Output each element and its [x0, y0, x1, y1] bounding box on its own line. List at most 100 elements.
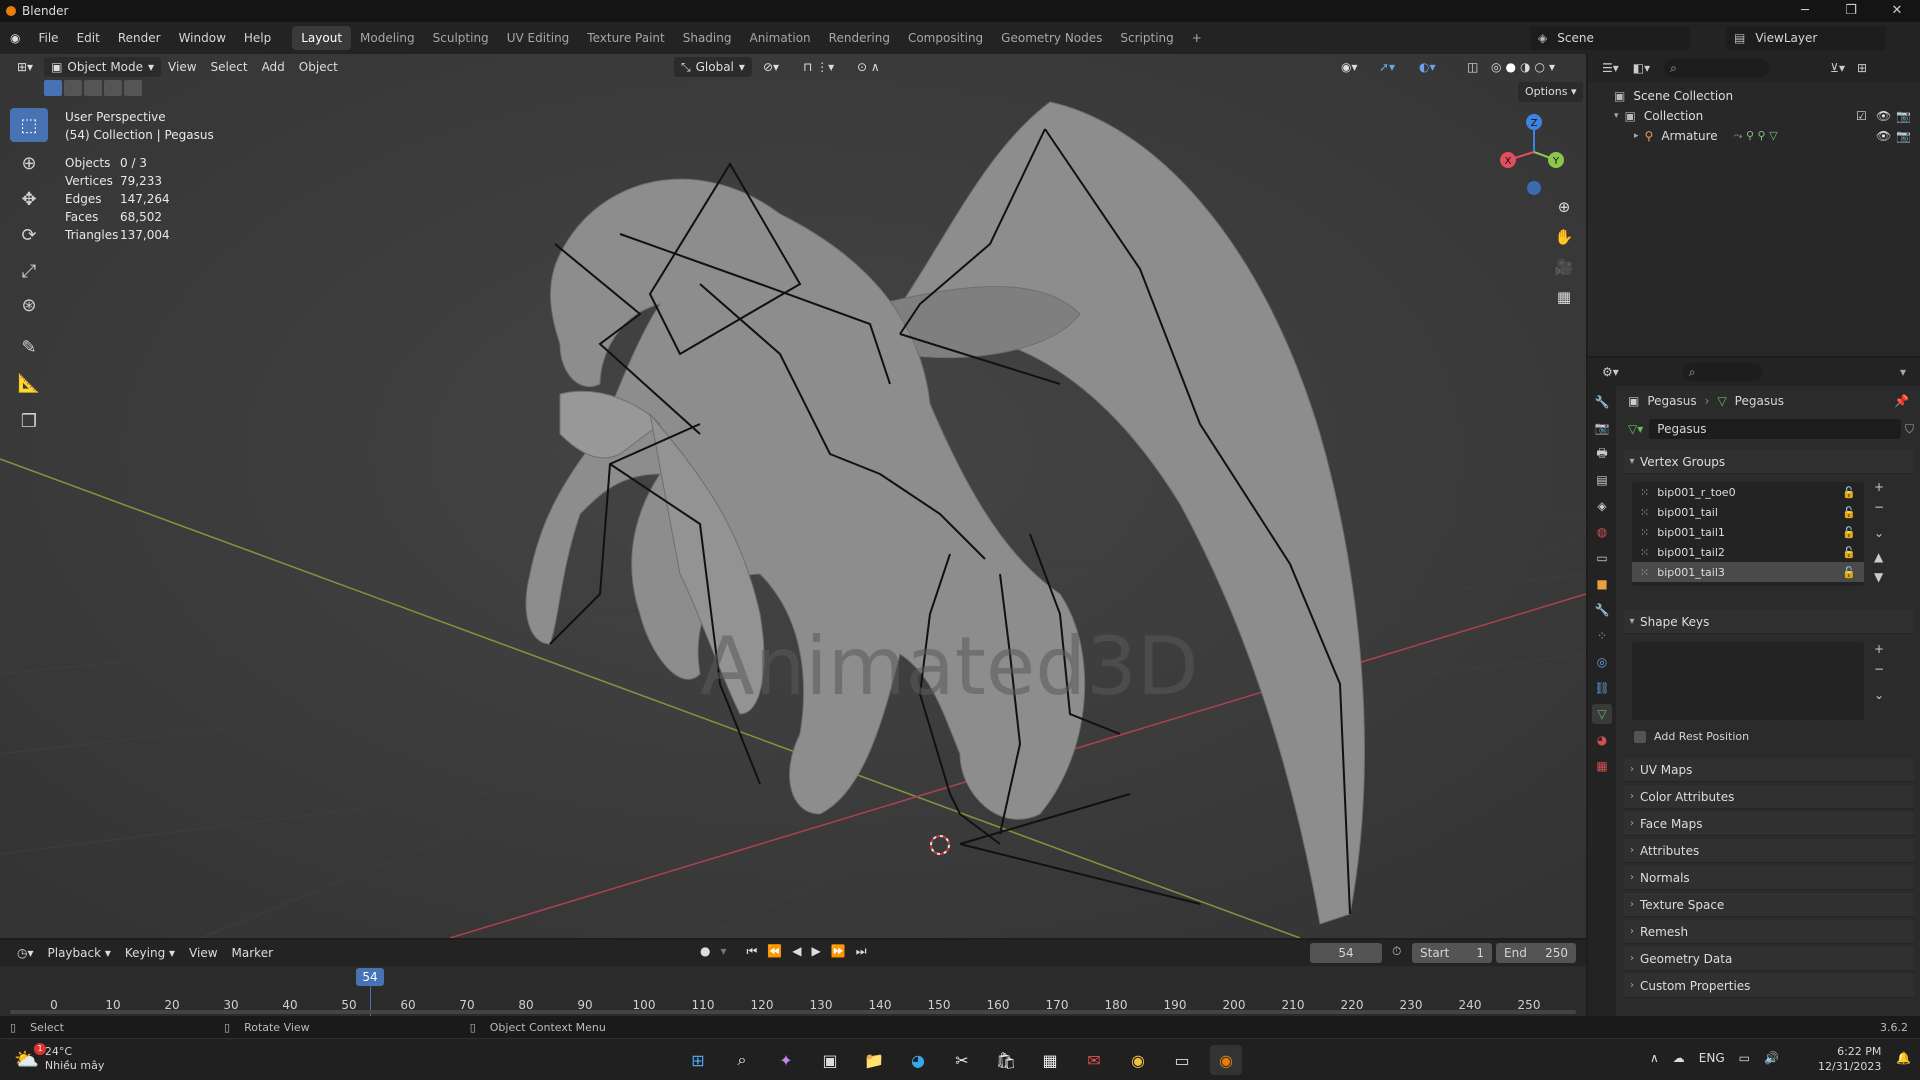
- panel-face-maps[interactable]: › Face Maps: [1624, 812, 1914, 836]
- outliner-row-collection[interactable]: ▾ ▣ Collection ☑ 👁 📷: [1588, 106, 1920, 126]
- mesh-datablock-icon[interactable]: ▽▾: [1628, 422, 1643, 436]
- file-explorer-icon[interactable]: 📁: [858, 1045, 890, 1075]
- object-tab-icon[interactable]: ■: [1592, 574, 1612, 594]
- playhead-frame[interactable]: 54: [356, 968, 384, 986]
- timeline-ruler[interactable]: 0 10 20 30 40 50 60 70 80 90 100 110 120…: [0, 966, 1586, 1016]
- chevron-down-icon[interactable]: ▾: [1549, 57, 1555, 77]
- menu-edit[interactable]: Edit: [68, 22, 109, 54]
- scene-tab-icon[interactable]: ◈: [1592, 496, 1612, 516]
- language-indicator[interactable]: ENG: [1699, 1051, 1725, 1065]
- list-item[interactable]: ⁙ bip001_tail 🔓: [1632, 502, 1864, 522]
- tab-shading[interactable]: Shading: [674, 26, 741, 50]
- texture-tab-icon[interactable]: ▦: [1592, 756, 1612, 776]
- specials-menu-icon[interactable]: ⌄: [1874, 688, 1884, 702]
- move-up-icon[interactable]: ▲: [1874, 550, 1884, 564]
- record-icon[interactable]: ●: [700, 944, 710, 959]
- jump-start-icon[interactable]: ⏮: [747, 944, 758, 959]
- chrome-browser-icon[interactable]: ◉: [1122, 1045, 1154, 1075]
- play-reverse-icon[interactable]: ◀: [792, 944, 801, 959]
- tool-measure[interactable]: 📐: [10, 366, 48, 400]
- notification-bell-icon[interactable]: 🔔: [1896, 1051, 1911, 1065]
- 3d-viewport[interactable]: Animated3D ⊞▾ ▣ Object Mode ▾ View Selec…: [0, 54, 1586, 938]
- visibility-icon[interactable]: ◉▾: [1334, 57, 1365, 77]
- end-frame-field[interactable]: End 250: [1496, 943, 1576, 963]
- clock[interactable]: 6:22 PM 12/31/2023: [1818, 1044, 1881, 1074]
- tool-select-box[interactable]: ⬚: [10, 108, 48, 142]
- wireframe-shading-icon[interactable]: ◎: [1491, 57, 1501, 77]
- current-frame-field[interactable]: 54: [1310, 943, 1382, 963]
- timeline-editor-icon[interactable]: ◷▾: [10, 943, 41, 963]
- display-mode-icon[interactable]: ◧▾: [1633, 61, 1650, 75]
- tool-tab-icon[interactable]: 🔧: [1592, 392, 1612, 412]
- menu-view[interactable]: View: [161, 57, 203, 77]
- volume-icon[interactable]: 🔊: [1764, 1051, 1779, 1065]
- specials-menu-icon[interactable]: ⌄: [1874, 526, 1884, 540]
- mesh-data-tab-icon[interactable]: ▽: [1592, 704, 1612, 724]
- camera-icon[interactable]: 📷: [1896, 109, 1911, 123]
- start-frame-field[interactable]: Start 1: [1412, 943, 1492, 963]
- jump-end-icon[interactable]: ⏭: [856, 944, 867, 959]
- chevron-down-icon[interactable]: ▾: [720, 944, 726, 959]
- gizmo-toggle-icon[interactable]: ➚▾: [1372, 57, 1402, 77]
- mesh-name-input[interactable]: Pegasus: [1649, 419, 1901, 439]
- store-icon[interactable]: 🛍: [990, 1045, 1022, 1075]
- tool-move[interactable]: ✥: [10, 182, 48, 216]
- properties-editor-icon[interactable]: ⚙▾: [1602, 365, 1619, 379]
- constraints-tab-icon[interactable]: ⛓: [1592, 678, 1612, 698]
- solid-shading-icon[interactable]: ●: [1505, 57, 1515, 77]
- menu-keying[interactable]: Keying ▾: [118, 943, 182, 963]
- add-rest-position-checkbox[interactable]: [1634, 730, 1646, 743]
- snipping-tool-icon[interactable]: ✂: [946, 1045, 978, 1075]
- select-intersect-icon[interactable]: [124, 80, 142, 96]
- outliner-search-input[interactable]: ⌕: [1664, 59, 1771, 77]
- lock-icon[interactable]: 🔓: [1842, 546, 1856, 559]
- particles-tab-icon[interactable]: ⁘: [1592, 626, 1612, 646]
- cloud-icon[interactable]: ☁: [1673, 1051, 1685, 1065]
- add-workspace-button[interactable]: +: [1183, 26, 1211, 50]
- shading-mode-buttons[interactable]: ◎ ● ◑ ○ ▾: [1484, 57, 1562, 77]
- properties-search-input[interactable]: ⌕: [1682, 363, 1763, 381]
- outliner-row-armature[interactable]: ▸ ⚲ Armature ⤳ ⚲ ⚲ ▽ 👁 📷: [1588, 126, 1920, 146]
- menu-marker[interactable]: Marker: [225, 943, 280, 963]
- next-keyframe-icon[interactable]: ⏩: [831, 944, 846, 959]
- search-icon[interactable]: ⌕: [726, 1045, 758, 1075]
- vertex-group-list[interactable]: ⁙ bip001_r_toe0 🔓 ⁙ bip001_tail 🔓 ⁙ bip001_ta…: [1632, 482, 1864, 586]
- tab-uv-editing[interactable]: UV Editing: [498, 26, 579, 50]
- app-grid-icon[interactable]: ▦: [1034, 1045, 1066, 1075]
- add-vertex-group-button[interactable]: +: [1874, 480, 1884, 494]
- tab-sculpting[interactable]: Sculpting: [424, 26, 498, 50]
- modifier-tab-icon[interactable]: 🔧: [1592, 600, 1612, 620]
- tab-animation[interactable]: Animation: [740, 26, 819, 50]
- eye-icon[interactable]: 👁: [1876, 109, 1891, 123]
- options-dropdown[interactable]: Options ▾: [1518, 82, 1584, 102]
- render-tab-icon[interactable]: 📷: [1592, 418, 1612, 438]
- tab-compositing[interactable]: Compositing: [899, 26, 992, 50]
- tool-rotate[interactable]: ⟳: [10, 218, 48, 252]
- outliner-editor-icon[interactable]: ☰▾: [1602, 61, 1619, 75]
- panel-uv-maps[interactable]: › UV Maps: [1624, 758, 1914, 782]
- copilot-icon[interactable]: ✦: [770, 1045, 802, 1075]
- timeline-scrollbar[interactable]: [10, 1010, 1576, 1014]
- ortho-toggle-icon[interactable]: ▦: [1551, 284, 1577, 310]
- task-view-icon[interactable]: ▣: [814, 1045, 846, 1075]
- tab-rendering[interactable]: Rendering: [820, 26, 899, 50]
- zoom-icon[interactable]: ⊕: [1551, 194, 1577, 220]
- tray-overflow-icon[interactable]: ∧: [1650, 1051, 1659, 1065]
- list-item[interactable]: ⁙ bip001_tail2 🔓: [1632, 542, 1864, 562]
- network-icon[interactable]: ▭: [1739, 1051, 1750, 1065]
- pan-hand-icon[interactable]: ✋: [1551, 224, 1577, 250]
- chevron-down-icon[interactable]: ▾: [1900, 365, 1906, 379]
- snap-icon[interactable]: ⊓ ⋮▾: [796, 57, 841, 77]
- overlay-toggle-icon[interactable]: ◐▾: [1412, 57, 1443, 77]
- lock-icon[interactable]: 🔓: [1842, 566, 1856, 579]
- clock-icon[interactable]: ⏱: [1392, 944, 1401, 959]
- output-tab-icon[interactable]: 🖶: [1592, 444, 1612, 464]
- proportional-edit-icon[interactable]: ⊙ ∧: [850, 57, 887, 77]
- lock-icon[interactable]: 🔓: [1842, 526, 1856, 539]
- mode-dropdown[interactable]: ▣ Object Mode ▾: [44, 57, 162, 77]
- collection-tab-icon[interactable]: ▭: [1592, 548, 1612, 568]
- panel-custom-properties[interactable]: › Custom Properties: [1624, 974, 1914, 998]
- blender-menu-icon[interactable]: ◉: [0, 22, 29, 54]
- eye-icon[interactable]: 👁: [1876, 129, 1891, 143]
- remove-vertex-group-button[interactable]: −: [1874, 500, 1884, 514]
